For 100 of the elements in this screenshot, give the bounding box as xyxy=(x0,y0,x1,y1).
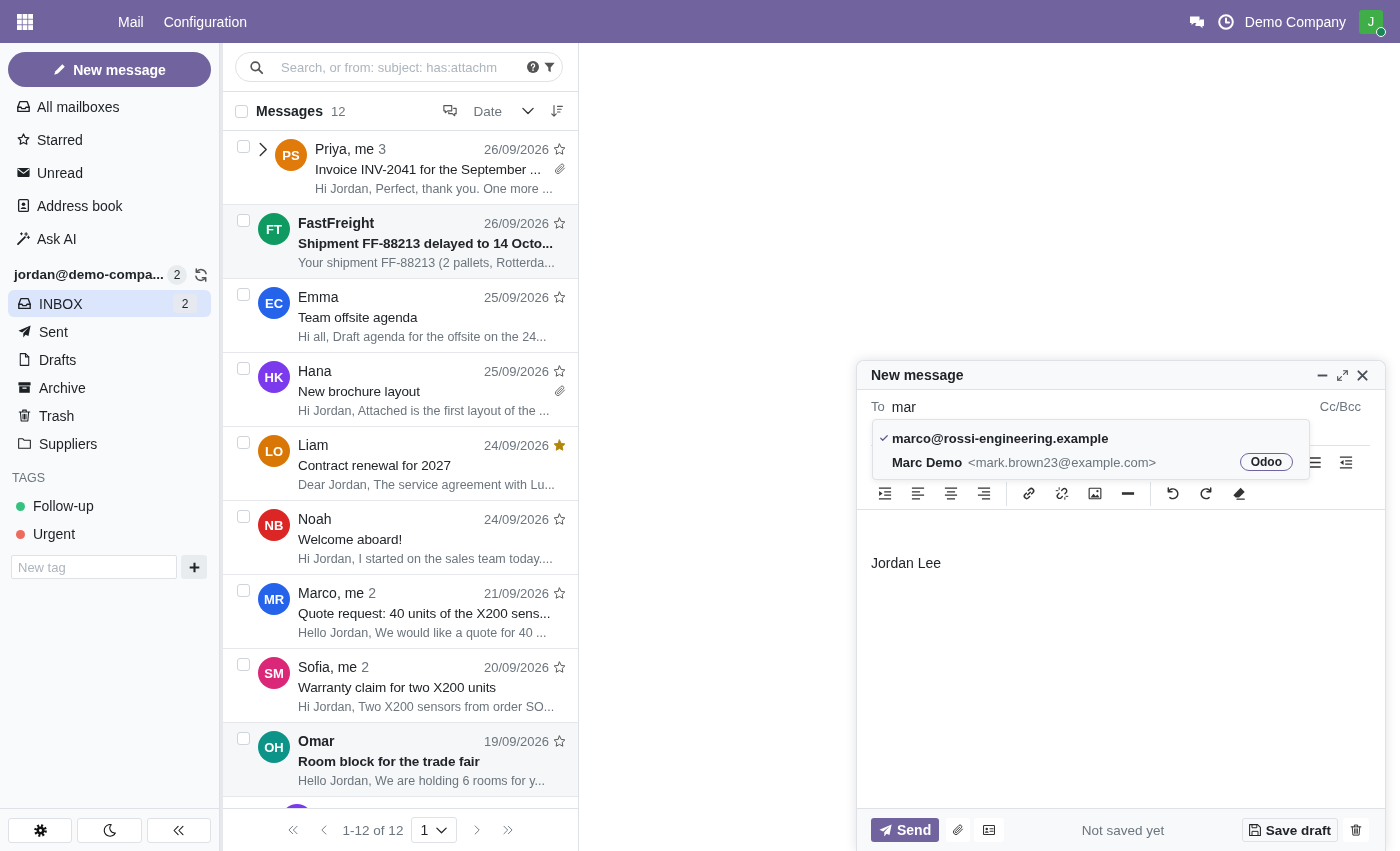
suggestion-item[interactable]: Marc Demo <mark.brown23@example.com> Odoo xyxy=(873,450,1309,474)
message-preview: Hi Jordan, Perfect, thank you. One more ... xyxy=(315,181,554,198)
folder-item[interactable]: INBOX 2 xyxy=(8,290,211,317)
chevron-right-icon[interactable] xyxy=(259,143,267,156)
sender-name: Liam xyxy=(298,437,329,453)
link-icon[interactable] xyxy=(1022,487,1036,500)
expand-icon[interactable] xyxy=(1337,369,1348,381)
search-icon xyxy=(250,60,263,74)
first-page-icon[interactable] xyxy=(287,825,298,835)
star-icon[interactable] xyxy=(553,512,566,526)
mailbox-item[interactable]: Ask AI xyxy=(0,222,219,255)
contact-card-button[interactable] xyxy=(974,818,1005,842)
tag-item[interactable]: Urgent xyxy=(0,520,219,548)
floppy-disk-icon xyxy=(1248,824,1261,836)
indent-icon[interactable] xyxy=(878,487,892,500)
checkbox[interactable] xyxy=(237,362,250,375)
checkbox[interactable] xyxy=(237,288,250,301)
mailbox-item[interactable]: Starred xyxy=(0,123,219,156)
sort-field[interactable]: Date xyxy=(473,103,502,119)
star-icon[interactable] xyxy=(553,290,566,304)
collapse-sidebar-button[interactable] xyxy=(146,818,211,843)
suggestion-name: Marc Demo xyxy=(892,454,963,470)
folder-item[interactable]: Drafts xyxy=(8,346,211,373)
eraser-icon[interactable] xyxy=(1232,487,1246,500)
refresh-icon[interactable] xyxy=(194,267,208,282)
search-field[interactable]: Search, or from: subject: has:attachm xyxy=(235,52,563,82)
align-left-icon[interactable] xyxy=(911,487,925,500)
message-subject: Quote request: 40 units of the X200 sens... xyxy=(298,605,551,621)
company-switcher[interactable]: Demo Company xyxy=(1244,13,1346,30)
mailbox-item[interactable]: All mailboxes xyxy=(0,90,219,123)
message-row[interactable]: EC Emma 25/09/2026 Team offsite agenda Hi all, Draft agenda for the offsite on the 24... xyxy=(223,279,578,353)
unlink-icon[interactable] xyxy=(1055,487,1069,500)
select-all-checkbox[interactable] xyxy=(235,104,248,118)
star-icon[interactable] xyxy=(553,364,566,378)
checkbox[interactable] xyxy=(237,510,250,523)
message-row[interactable]: OH Omar 19/09/2026 Room block for the trade fair Hello Jordan, We are holding 6 rooms for y... xyxy=(223,723,578,797)
thread-count: 3 xyxy=(378,141,386,157)
sender-avatar: EC xyxy=(258,287,290,319)
folder-item[interactable]: Suppliers xyxy=(8,430,211,457)
suggestion-item[interactable]: marco@rossi-engineering.example xyxy=(873,426,1309,450)
gear-icon xyxy=(33,824,47,837)
checkbox[interactable] xyxy=(237,436,250,449)
save-draft-button[interactable]: Save draft xyxy=(1241,818,1338,842)
checkbox[interactable] xyxy=(237,584,250,597)
message-row[interactable]: HK Hana 25/09/2026 New brochure layout Hi Jordan, Attached is the first layout of the ... xyxy=(223,353,578,427)
redo-icon[interactable] xyxy=(1199,487,1213,500)
checkbox[interactable] xyxy=(237,214,250,227)
message-row[interactable]: NB Noah 24/09/2026 Welcome aboard! Hi Jordan, I started on the sales team today.... xyxy=(223,501,578,575)
sort-order-icon[interactable] xyxy=(551,104,563,118)
star-icon[interactable] xyxy=(553,438,566,452)
message-row[interactable]: LO Liam 24/09/2026 Contract renewal for 2027 Dear Jordan, The service agreement with Lu... xyxy=(223,427,578,501)
last-page-icon[interactable] xyxy=(503,825,514,835)
checkbox[interactable] xyxy=(237,732,250,745)
settings-button[interactable] xyxy=(8,818,73,843)
mailbox-item[interactable]: Unread xyxy=(0,156,219,189)
checkbox[interactable] xyxy=(237,658,250,671)
checkbox[interactable] xyxy=(237,140,250,153)
suggestion-email: marco@rossi-engineering.example xyxy=(892,430,1109,446)
list-icon[interactable] xyxy=(1308,455,1322,469)
undo-icon[interactable] xyxy=(1166,487,1180,500)
account-name[interactable]: jordan@demo-compa... xyxy=(14,267,164,282)
add-tag-button[interactable] xyxy=(181,555,207,579)
message-subject: Team offsite agenda xyxy=(298,309,418,325)
caret-icon[interactable] xyxy=(522,105,534,117)
menu-item[interactable]: Mail xyxy=(108,0,154,43)
recipient-input[interactable]: mar xyxy=(891,397,1320,417)
star-icon[interactable] xyxy=(553,216,566,230)
new-tag-input[interactable]: New tag xyxy=(11,555,177,579)
tag-item[interactable]: Follow-up xyxy=(0,492,219,520)
align-center-icon[interactable] xyxy=(944,487,958,500)
discard-button[interactable] xyxy=(1343,818,1369,842)
menu-item[interactable]: Configuration xyxy=(153,0,257,43)
theme-toggle-button[interactable] xyxy=(77,818,142,843)
outdent-icon[interactable] xyxy=(1339,455,1353,469)
page-select[interactable]: 1 xyxy=(411,817,458,843)
star-icon[interactable] xyxy=(553,734,566,748)
send-button[interactable]: Send xyxy=(871,818,940,842)
star-icon[interactable] xyxy=(553,660,566,674)
new-message-button[interactable]: New message xyxy=(8,52,211,87)
star-icon[interactable] xyxy=(553,142,566,156)
message-date: 26/09/2026 xyxy=(483,215,549,231)
image-icon[interactable] xyxy=(1088,487,1102,500)
help-icon[interactable] xyxy=(527,61,539,73)
folder-item[interactable]: Archive xyxy=(8,374,211,401)
align-right-icon[interactable] xyxy=(977,487,991,500)
message-row[interactable]: FT FastFreight 26/09/2026 Shipment FF-88213 delayed to 14 Octo... Your shipment FF-88213 (2 pallets, Rotterda... xyxy=(223,205,578,279)
mailbox-item[interactable]: Address book xyxy=(0,189,219,222)
next-page-icon[interactable] xyxy=(472,825,483,835)
clock-icon[interactable] xyxy=(1217,13,1234,30)
cc-bcc-link[interactable]: Cc/Bcc xyxy=(1319,397,1361,417)
attach-button[interactable] xyxy=(946,818,971,842)
folder-item[interactable]: Trash xyxy=(8,402,211,429)
filter-icon[interactable] xyxy=(544,61,555,73)
folder-item[interactable]: Sent xyxy=(8,318,211,345)
message-row[interactable]: MR Marco, me 2 21/09/2026 Quote request: 40 units of the X200 sens... Hello Jordan, We would like a quote for 40 ... xyxy=(223,575,578,649)
previous-page-icon[interactable] xyxy=(318,825,329,835)
chat-bubbles-icon[interactable] xyxy=(443,104,458,118)
close-icon[interactable] xyxy=(1357,369,1368,381)
apps-grid-icon[interactable] xyxy=(17,13,33,30)
star-icon[interactable] xyxy=(553,586,566,600)
